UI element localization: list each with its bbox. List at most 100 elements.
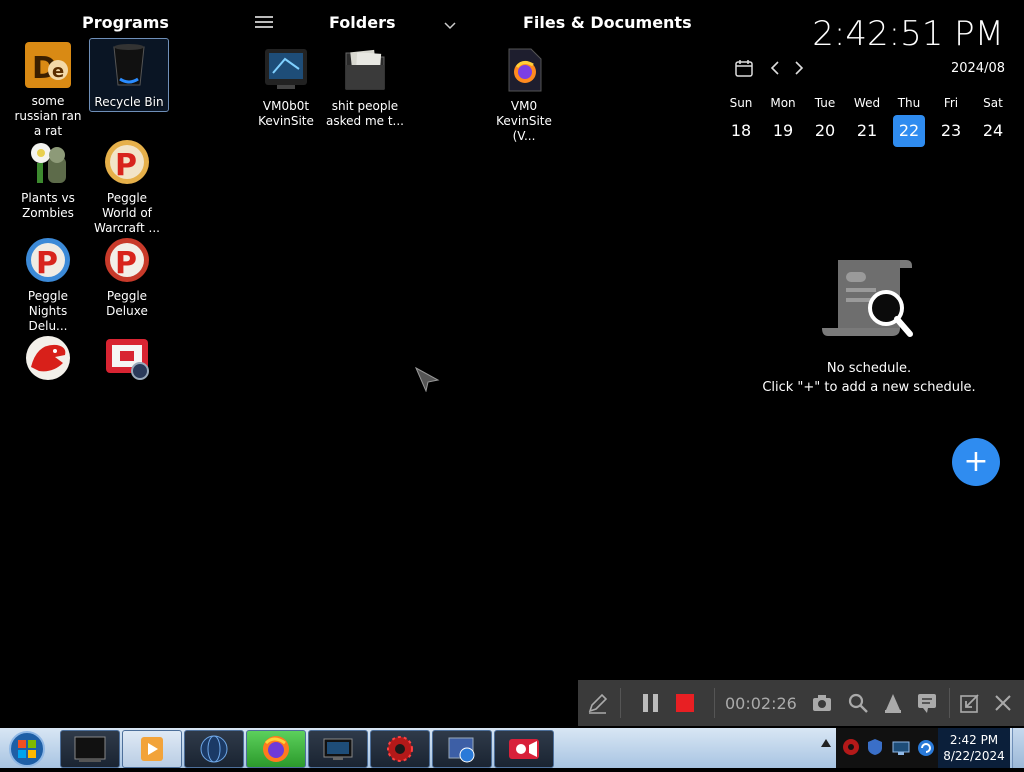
desktop-icon-vm0-kevinsite[interactable]: VM0 KevinSite (V...	[485, 45, 563, 144]
pen-icon[interactable]	[586, 691, 610, 715]
desktop-icon-label: VM0 KevinSite (V...	[496, 99, 552, 143]
peggle-icon: P	[26, 238, 70, 282]
recording-toolbar: 00:02:26	[578, 680, 1024, 726]
desktop-icon-label: shit people asked me t...	[326, 99, 404, 128]
weekday-label: Fri	[943, 96, 959, 110]
desktop-icon-label: Plants vs Zombies	[21, 191, 75, 220]
show-desktop-button[interactable]	[1012, 728, 1024, 768]
calendar-day[interactable]: 18	[725, 115, 757, 147]
no-schedule-title: No schedule.	[826, 361, 912, 376]
tray-clock[interactable]: 2:42 PM 8/22/2024	[938, 728, 1010, 768]
files-documents-title: Files & Documents	[523, 13, 692, 32]
desktop-icon-peggle-deluxe[interactable]: P Peggle Deluxe	[88, 235, 166, 319]
close-icon[interactable]	[991, 691, 1015, 715]
pause-icon[interactable]	[639, 691, 663, 715]
chevron-down-icon[interactable]	[444, 16, 456, 30]
image-viewer-icon	[448, 737, 475, 763]
firefox-document-icon	[508, 48, 542, 92]
desktop-icon-label: some russian ran a rat	[14, 94, 82, 138]
programs-title: Programs	[82, 13, 169, 32]
tray-network-icon[interactable]	[892, 740, 910, 760]
tray-shield-icon[interactable]	[866, 738, 884, 760]
svg-text:e: e	[52, 61, 64, 82]
firefox-icon	[263, 736, 289, 762]
desktop-icon-folder[interactable]: shit people asked me t...	[326, 45, 404, 129]
spotlight-icon[interactable]	[881, 691, 905, 715]
calendar-day[interactable]: 20	[809, 115, 841, 147]
weekday-label: Thu	[897, 96, 921, 110]
calendar-days-row: 18 19 20 21 22 23 24	[725, 115, 1009, 147]
taskbar-app-terminal[interactable]	[60, 730, 120, 768]
dragon-icon	[26, 336, 70, 380]
toolbar-divider	[714, 688, 715, 718]
desktop-icon-label: VM0b0t KevinSite	[258, 99, 314, 128]
desktop-icon-media-app[interactable]	[88, 333, 166, 387]
weekday-label: Mon	[770, 96, 796, 110]
no-schedule-hint: Click "+" to add a new schedule.	[762, 380, 976, 395]
taskbar-app-screen-recorder[interactable]	[494, 730, 554, 768]
zoom-icon[interactable]	[846, 691, 870, 715]
add-schedule-button[interactable]: +	[952, 438, 1000, 486]
minimize-toolbar-icon[interactable]	[958, 691, 982, 715]
folder-icon	[345, 49, 385, 90]
stop-record-icon[interactable]	[673, 691, 697, 715]
calendar-day[interactable]: 21	[851, 115, 883, 147]
desktop-icon-label: Peggle World of Warcraft ...	[94, 191, 160, 235]
calendar-month: 2024/08	[950, 61, 1005, 76]
desktop-icon-vm0b0t-kevinsite[interactable]: VM0b0t KevinSite	[247, 45, 325, 129]
toolbar-divider	[620, 688, 621, 718]
no-schedule-illustration-icon	[820, 256, 916, 348]
tray-update-icon[interactable]	[916, 738, 936, 762]
desktop-icon-label: Peggle Deluxe	[106, 289, 148, 318]
desktop-icon-recycle-bin[interactable]: Recycle Bin	[89, 38, 169, 112]
tray-expand-arrow-icon[interactable]	[820, 734, 832, 747]
desktop-icon-russian-rat[interactable]: D e some russian ran a rat	[9, 40, 87, 139]
terminal-icon	[74, 736, 106, 762]
recycle-bin-icon	[113, 44, 145, 86]
mouse-cursor-icon	[414, 366, 440, 396]
media-player-icon	[141, 737, 163, 761]
weekday-label: Tue	[814, 96, 836, 110]
taskbar-date: 8/22/2024	[943, 749, 1005, 763]
taskbar-app-gear[interactable]	[370, 730, 430, 768]
taskbar: 2:42 PM 8/22/2024	[0, 728, 1024, 768]
hamburger-menu-icon[interactable]	[255, 14, 273, 28]
calendar-day-today[interactable]: 22	[893, 115, 925, 147]
taskbar-app-monitor[interactable]	[308, 730, 368, 768]
desktop-icon-peggle-nights[interactable]: P Peggle Nights Delu...	[9, 235, 87, 334]
prev-week-chevron-icon[interactable]	[768, 60, 782, 76]
camera-icon[interactable]	[810, 691, 834, 715]
taskbar-app-globe[interactable]	[184, 730, 244, 768]
calendar-day[interactable]: 19	[767, 115, 799, 147]
weekday-label: Sun	[729, 96, 753, 110]
taskbar-app-image-viewer[interactable]	[432, 730, 492, 768]
system-tray	[836, 728, 938, 768]
calendar-day[interactable]: 23	[935, 115, 967, 147]
globe-icon	[200, 735, 228, 763]
plants-vs-zombies-icon	[31, 143, 66, 183]
desktop-icon-peggle-wow[interactable]: P Peggle World of Warcraft ...	[88, 137, 166, 236]
taskbar-app-media-player[interactable]	[122, 730, 182, 768]
weekday-label: Wed	[853, 96, 881, 110]
peggle-icon: P	[105, 140, 149, 184]
weekday-row: Sun Mon Tue Wed Thu Fri Sat	[723, 96, 1011, 110]
russian-rat-app-icon: D e	[25, 42, 71, 88]
annotation-icon[interactable]	[915, 691, 939, 715]
desktop-icon-plants-vs-zombies[interactable]: Plants vs Zombies	[9, 137, 87, 221]
start-button-icon[interactable]	[8, 730, 46, 768]
desktop-icon-dragon[interactable]	[9, 333, 87, 387]
tray-red-gear-icon[interactable]	[842, 738, 860, 760]
calendar-icon[interactable]	[734, 58, 754, 78]
peggle-icon: P	[105, 238, 149, 282]
calendar-day[interactable]: 24	[977, 115, 1009, 147]
folders-title: Folders	[329, 13, 396, 32]
clock-time: 2:42:51 PM	[812, 14, 1004, 54]
taskbar-time: 2:42 PM	[949, 733, 999, 747]
desktop-icon-label: Peggle Nights Delu...	[27, 289, 69, 333]
svg-text:P: P	[115, 148, 137, 183]
next-week-chevron-icon[interactable]	[792, 60, 806, 76]
screen-recorder-icon	[509, 739, 539, 759]
taskbar-app-firefox[interactable]	[246, 730, 306, 768]
desktop-icon-label: Recycle Bin	[94, 95, 164, 109]
monitor-icon	[323, 738, 353, 760]
